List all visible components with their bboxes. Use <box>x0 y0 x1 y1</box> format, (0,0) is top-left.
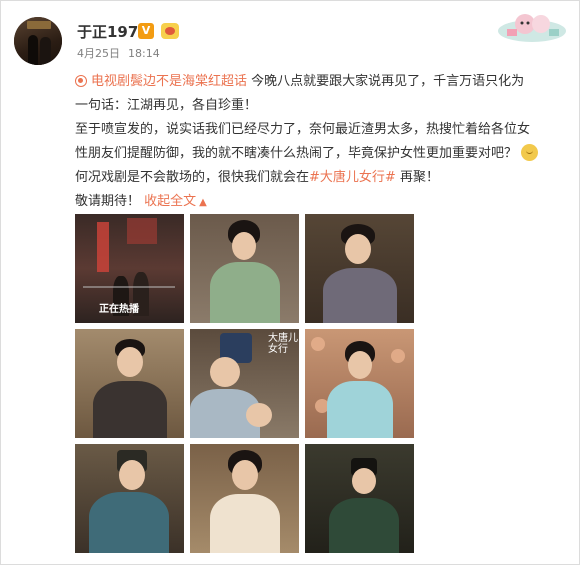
image-thumbnail-7[interactable] <box>75 444 184 553</box>
post-text-line: 至于喷宣发的，说实话我们已经尽力了，奈何最近渣男太多，热搜忙着给各位女 <box>75 122 531 137</box>
shop-sign-graphic <box>27 21 51 29</box>
post-text-line: 性朋友们提醒防御，我的就不瞎凑什么热闹了，毕竟保护女性更加重要对吧？ <box>75 146 518 161</box>
image-thumbnail-9[interactable] <box>305 444 414 553</box>
image-thumbnail-2[interactable] <box>190 214 299 323</box>
vip-member-icon[interactable] <box>161 23 179 39</box>
hashtag-link[interactable]: #大唐儿女行# <box>309 170 396 185</box>
avatar[interactable] <box>14 17 62 65</box>
post-text-line: 何况戏剧是不会散场的，很快我们就会在 <box>75 170 310 185</box>
post-time[interactable]: 18:14 <box>128 47 160 60</box>
decorative-sticker-icon <box>498 14 566 42</box>
supertopic-link[interactable]: 电视剧鬓边不是海棠红超话 <box>91 74 247 89</box>
drama-title-calligraphy: 大唐儿女行 <box>268 333 298 355</box>
weibo-post-card: 于正1978 V 4月25日 18:14 电视剧鬓边不是海棠红超话 今晚八点就要跟… <box>0 0 580 565</box>
image-thumbnail-3[interactable] <box>305 214 414 323</box>
verified-icon: V <box>138 23 154 39</box>
image-thumbnail-6[interactable] <box>305 329 414 438</box>
collapse-text-link[interactable]: 收起全文 ▲ <box>144 194 207 209</box>
image-thumbnail-8[interactable] <box>190 444 299 553</box>
now-airing-caption: 正在热播 <box>99 304 139 315</box>
chevron-up-icon: ▲ <box>199 197 207 208</box>
image-grid: 正在热播 大唐儿女行 <box>75 214 415 553</box>
post-date[interactable]: 4月25日 <box>77 47 120 60</box>
image-thumbnail-4[interactable] <box>75 329 184 438</box>
post-text-line: 敬请期待！ <box>75 194 141 209</box>
image-thumbnail-1[interactable]: 正在热播 <box>75 214 184 323</box>
post-meta: 4月25日 18:14 <box>77 45 168 61</box>
thinking-emoji-icon <box>521 144 539 161</box>
post-text-line: 一句话：江湖再见，各自珍重！ <box>75 98 258 113</box>
post-content: 电视剧鬓边不是海棠红超话 今晚八点就要跟大家说再见了，千言万语只化为 一句话：江… <box>75 70 575 215</box>
image-thumbnail-5[interactable]: 大唐儿女行 <box>190 329 299 438</box>
post-text-line: 再聚！ <box>399 170 439 185</box>
post-text-line: 今晚八点就要跟大家说再见了，千言万语只化为 <box>251 74 525 89</box>
supertopic-icon <box>75 75 87 87</box>
